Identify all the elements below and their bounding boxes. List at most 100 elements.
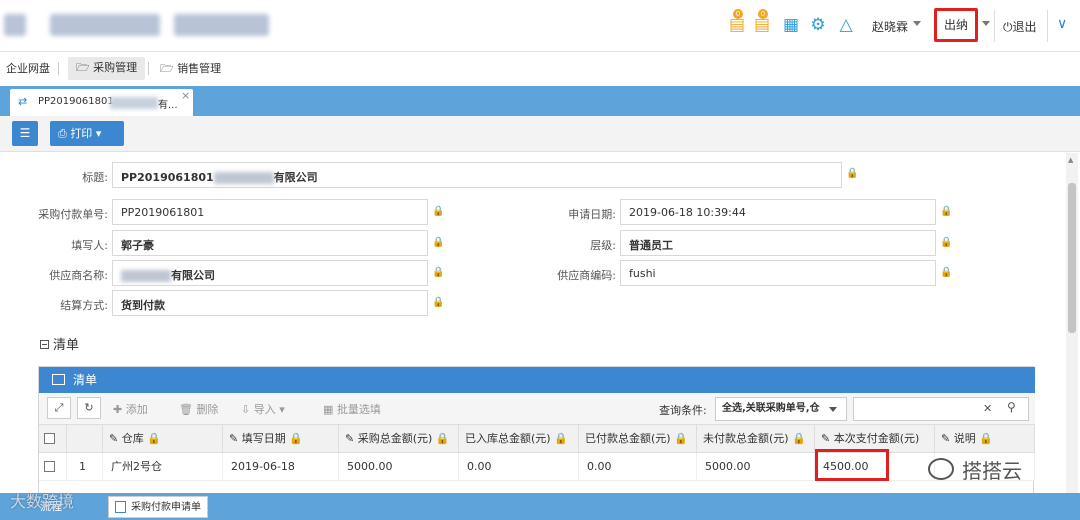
filler-field[interactable]: 郭子豪 bbox=[112, 230, 428, 256]
grid-title: 清单 bbox=[73, 373, 98, 387]
supplier-name-blurred bbox=[121, 270, 171, 282]
list-icon: ☰ bbox=[19, 126, 31, 140]
power-icon: ⏻ bbox=[1003, 20, 1013, 34]
role-switch-button[interactable]: 出纳 bbox=[934, 8, 978, 42]
supplier-code-field[interactable]: fushi bbox=[620, 260, 936, 286]
lock-icon: 🔒 bbox=[940, 267, 953, 278]
logout-button[interactable]: ⏻退出 bbox=[1003, 18, 1037, 35]
column-header-date[interactable]: ✎ 填写日期 🔒 bbox=[223, 425, 339, 453]
fullscreen-button[interactable]: ⤢ bbox=[47, 397, 71, 419]
row-select-cell bbox=[39, 453, 67, 481]
notice-icon[interactable]: ▤ 0 bbox=[727, 9, 747, 36]
close-icon[interactable]: × bbox=[181, 89, 190, 102]
column-label: 本次支付金额(元) bbox=[833, 432, 920, 445]
select-all-checkbox[interactable] bbox=[44, 433, 55, 444]
printer-icon: ⎙ bbox=[58, 127, 67, 140]
lock-icon: 🔒 bbox=[940, 206, 953, 217]
shuffle-icon: ⇄ bbox=[18, 95, 28, 108]
folder-icon: 🗁 bbox=[160, 62, 174, 75]
highlight-this-payment bbox=[815, 449, 889, 481]
delete-button[interactable]: 🗑 删除 bbox=[179, 401, 218, 417]
message-icon[interactable]: ▤ 0 bbox=[752, 9, 772, 36]
top-header: ▤ 0 ▤ 0 ▦ ⚙ △ 赵晓霖 出纳 ⏻退出 ∨ bbox=[0, 0, 1080, 52]
module-sales[interactable]: 🗁 销售管理 bbox=[160, 60, 221, 79]
import-label: 导入 bbox=[253, 403, 276, 416]
module-divider bbox=[148, 62, 149, 75]
settle-field[interactable]: 货到付款 bbox=[112, 290, 428, 316]
scroll-thumb[interactable] bbox=[1068, 183, 1076, 333]
grid-header-bar: 清单 bbox=[39, 367, 1035, 393]
detail-section-title[interactable]: 清单 bbox=[40, 334, 79, 353]
theme-icon[interactable]: △ bbox=[836, 14, 856, 36]
search-icon[interactable]: ⚲ bbox=[1007, 400, 1016, 414]
company-name-blurred bbox=[50, 14, 160, 36]
select-all-cell bbox=[39, 425, 67, 453]
index-header bbox=[67, 425, 103, 453]
batch-fill-button[interactable]: ▦ 批量选填 bbox=[323, 401, 381, 417]
list-toggle-button[interactable]: ☰ bbox=[12, 121, 38, 146]
add-button[interactable]: ✚ 添加 bbox=[113, 401, 148, 417]
print-label: 打印 bbox=[70, 127, 93, 140]
detail-grid: 清单 ⤢ ↻ ✚ 添加 🗑 删除 ⇩ 导入 ▾ ▦ 批量选填 查询条件: 全选,… bbox=[38, 366, 1035, 506]
lock-icon: 🔒 bbox=[432, 267, 445, 278]
collapse-icon[interactable] bbox=[40, 340, 49, 349]
cell-total[interactable]: 5000.00 bbox=[339, 453, 459, 481]
print-button[interactable]: ⎙ 打印 ▾ bbox=[50, 121, 124, 146]
chevron-down-icon[interactable] bbox=[829, 407, 837, 412]
title-value-prefix: PP2019061801 bbox=[121, 171, 214, 184]
filler-label: 填写人: bbox=[71, 239, 108, 252]
column-header-warehouse[interactable]: ✎ 仓库 🔒 bbox=[103, 425, 223, 453]
clear-icon[interactable]: ✕ bbox=[983, 402, 992, 415]
cell-warehouse[interactable]: 广州2号仓 bbox=[103, 453, 223, 481]
title-label: 标题: bbox=[82, 171, 108, 184]
title-field[interactable]: PP2019061801 有限公司 bbox=[112, 162, 842, 188]
column-header-paid[interactable]: 已付款总金额(元) 🔒 bbox=[579, 425, 697, 453]
expand-icon: ⤢ bbox=[54, 401, 64, 414]
column-header-unpaid[interactable]: 未付款总金额(元) 🔒 bbox=[697, 425, 815, 453]
company-logo-blurred bbox=[4, 14, 26, 36]
detail-section-label: 清单 bbox=[53, 338, 80, 353]
vertical-scrollbar[interactable]: ▲ bbox=[1066, 153, 1078, 493]
query-condition-select[interactable]: 全选,关联采购单号,仓 bbox=[715, 397, 847, 421]
refresh-icon: ↻ bbox=[84, 401, 94, 414]
bottom-tab-purchase-request[interactable]: 采购付款申请单 bbox=[108, 496, 208, 518]
cell-stored: 0.00 bbox=[459, 453, 579, 481]
module-cloud-disk[interactable]: 企业网盘 bbox=[6, 60, 50, 76]
expand-chevron-icon[interactable]: ∨ bbox=[1057, 16, 1067, 32]
column-label: 采购总金额(元) bbox=[357, 432, 433, 445]
column-label: 仓库 bbox=[121, 432, 144, 445]
scroll-up-icon[interactable]: ▲ bbox=[1068, 156, 1073, 164]
message-badge: 0 bbox=[758, 9, 768, 19]
add-label: 添加 bbox=[125, 403, 148, 416]
module-divider bbox=[58, 62, 59, 75]
column-header-total[interactable]: ✎ 采购总金额(元) 🔒 bbox=[339, 425, 459, 453]
query-search-input[interactable] bbox=[853, 397, 1029, 421]
settings-icon[interactable]: ⚙ bbox=[808, 14, 828, 36]
refresh-button[interactable]: ↻ bbox=[77, 397, 101, 419]
role-menu-caret-icon[interactable] bbox=[982, 21, 990, 26]
column-label: 未付款总金额(元) bbox=[703, 432, 789, 445]
calendar-icon[interactable]: ▦ bbox=[781, 14, 801, 36]
supplier-name-field[interactable]: 有限公司 bbox=[112, 260, 428, 286]
purchase-no-field[interactable]: PP2019061801 bbox=[112, 199, 428, 225]
watermark-left: 大数跨境 bbox=[10, 492, 75, 511]
module-purchase[interactable]: 🗁 采购管理 bbox=[68, 57, 146, 80]
tab-purchase-payment[interactable]: ⇄ PP2019061801 有... × bbox=[10, 89, 193, 116]
module-nav: 企业网盘 🗁 采购管理 🗁 销售管理 bbox=[0, 53, 1080, 83]
tab-label: PP2019061801 bbox=[38, 96, 114, 107]
level-label: 层级: bbox=[590, 239, 616, 252]
row-checkbox[interactable] bbox=[44, 461, 55, 472]
tab-strip: ⇄ PP2019061801 有... × bbox=[0, 86, 1080, 116]
logout-label: 退出 bbox=[1012, 20, 1037, 34]
cell-date[interactable]: 2019-06-18 bbox=[223, 453, 339, 481]
bottom-tab-bar: 流程 采购付款申请单 bbox=[0, 493, 1080, 520]
apply-date-field[interactable]: 2019-06-18 10:39:44 bbox=[620, 199, 936, 225]
title-value-suffix: 有限公司 bbox=[273, 171, 318, 184]
user-name[interactable]: 赵晓霖 bbox=[872, 18, 908, 35]
column-header-stored[interactable]: 已入库总金额(元) 🔒 bbox=[459, 425, 579, 453]
column-header-note[interactable]: ✎ 说明 🔒 bbox=[935, 425, 1035, 453]
import-button[interactable]: ⇩ 导入 ▾ bbox=[241, 401, 285, 417]
user-menu-caret-icon[interactable] bbox=[913, 21, 921, 26]
level-field[interactable]: 普通员工 bbox=[620, 230, 936, 256]
lock-icon: 🔒 bbox=[432, 237, 445, 248]
